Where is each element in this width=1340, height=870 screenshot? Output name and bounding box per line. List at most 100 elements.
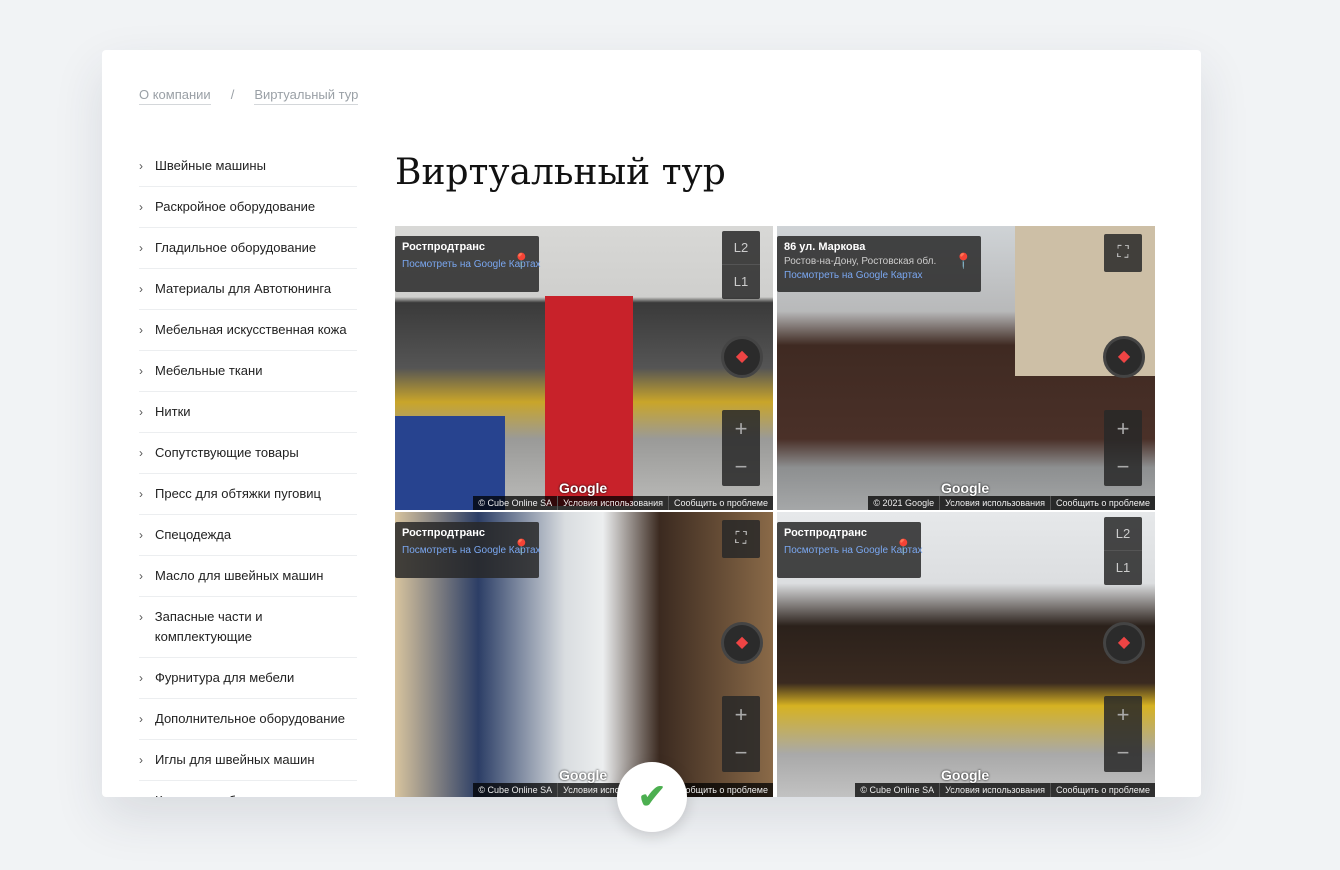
zoom-out-button[interactable]: −: [1104, 448, 1142, 486]
chevron-right-icon: ›: [139, 753, 143, 767]
sidebar-item[interactable]: › Мебельные ткани: [139, 361, 357, 392]
sidebar-item-label: Масло для швейных машин: [155, 568, 324, 583]
report-problem-link[interactable]: Сообщить о проблеме: [668, 496, 773, 510]
map-pin-icon[interactable]: 📍: [954, 252, 973, 270]
chevron-right-icon: ›: [139, 569, 143, 583]
attribution-bar: © Cube Online SA Условия использования Соо…: [473, 496, 773, 510]
zoom-out-button[interactable]: −: [1104, 734, 1142, 772]
chevron-right-icon: ›: [139, 712, 143, 726]
sidebar-item-label: Швейные машины: [155, 158, 266, 173]
terms-link[interactable]: Условия использования: [939, 783, 1050, 797]
panorama-scene: [545, 296, 633, 506]
map-pin-icon[interactable]: 📍: [512, 538, 531, 556]
fullscreen-button[interactable]: ⛶: [1104, 234, 1142, 272]
sidebar-item[interactable]: › Дополнительное оборудование: [139, 709, 357, 740]
place-info-box: Ростпродтранс Посмотреть на Google Картах…: [777, 522, 923, 578]
chevron-right-icon: ›: [139, 528, 143, 542]
street-view-panorama-3[interactable]: Ростпродтранс Посмотреть на Google Картах…: [395, 512, 773, 797]
copyright: © 2021 Google: [873, 498, 935, 508]
place-name: Ростпродтранс: [402, 241, 486, 253]
street-view-panorama-4[interactable]: Ростпродтранс Посмотреть на Google Картах…: [777, 512, 1155, 797]
copyright: © Cube Online SA: [860, 785, 935, 795]
sidebar-item-label: Иглы для швейных машин: [155, 752, 315, 767]
zoom-out-button[interactable]: −: [722, 734, 760, 772]
sidebar-item[interactable]: › Материалы для Автотюнинга: [139, 279, 357, 310]
google-logo: Google: [559, 480, 608, 496]
zoom-in-button[interactable]: +: [1104, 410, 1142, 448]
check-icon[interactable]: ✔: [617, 762, 687, 832]
map-pin-icon[interactable]: 📍: [894, 538, 913, 556]
chevron-right-icon: ›: [139, 364, 143, 378]
sidebar-item[interactable]: › Нитки: [139, 402, 357, 433]
sidebar-item[interactable]: › Пресс для обтяжки пуговиц: [139, 484, 357, 515]
terms-link[interactable]: Условия использования: [557, 496, 668, 510]
sidebar-item[interactable]: › Сопутствующие товары: [139, 443, 357, 474]
sidebar-item-label: Мебельная искусственная кожа: [155, 322, 347, 337]
sidebar-item[interactable]: › Кант для мебели: [139, 791, 357, 797]
breadcrumb-company[interactable]: О компании: [139, 87, 211, 105]
level-l2-button[interactable]: L2: [722, 231, 760, 265]
view-on-google-maps-link[interactable]: Посмотреть на Google Картах: [402, 545, 541, 556]
zoom-out-button[interactable]: −: [722, 448, 760, 486]
page-title: Виртуальный тур: [395, 152, 726, 193]
sidebar-item-label: Нитки: [155, 404, 191, 419]
google-logo: Google: [559, 767, 608, 783]
sidebar-item[interactable]: › Запасные части и комплектующие: [139, 607, 357, 658]
breadcrumb-separator: /: [230, 87, 235, 102]
report-problem-link[interactable]: Сообщить о проблеме: [1050, 783, 1155, 797]
chevron-right-icon: ›: [139, 323, 143, 337]
street-view-panorama-1[interactable]: Ростпродтранс Посмотреть на Google Картах…: [395, 226, 773, 510]
place-info-box: Ростпродтранс Посмотреть на Google Картах…: [395, 522, 541, 578]
fullscreen-button[interactable]: ⛶: [722, 520, 760, 558]
chevron-right-icon: ›: [139, 610, 143, 624]
breadcrumb-virtual-tour[interactable]: Виртуальный тур: [254, 87, 359, 105]
view-on-google-maps-link[interactable]: Посмотреть на Google Картах: [784, 270, 949, 281]
place-name: 86 ул. Маркова: [784, 241, 866, 253]
compass-icon[interactable]: ◆: [721, 336, 763, 378]
copyright: © Cube Online SA: [478, 498, 553, 508]
map-pin-icon[interactable]: 📍: [512, 252, 531, 270]
sidebar-item-label: Мебельные ткани: [155, 363, 263, 378]
compass-icon[interactable]: ◆: [1103, 336, 1145, 378]
report-problem-link[interactable]: Сообщить о проблеме: [1050, 496, 1155, 510]
street-view-panorama-2[interactable]: 86 ул. Маркова Ростов-на-Дону, Ростовская…: [777, 226, 1155, 510]
chevron-right-icon: ›: [139, 671, 143, 685]
zoom-in-button[interactable]: +: [1104, 696, 1142, 734]
level-switcher: L2 L1: [1104, 517, 1142, 585]
sidebar-item-label: Спецодежда: [155, 527, 232, 542]
view-on-google-maps-link[interactable]: Посмотреть на Google Картах: [784, 545, 923, 556]
copyright: © Cube Online SA: [478, 785, 553, 795]
level-l2-button[interactable]: L2: [1104, 517, 1142, 551]
zoom-in-button[interactable]: +: [722, 696, 760, 734]
sidebar-item[interactable]: › Иглы для швейных машин: [139, 750, 357, 781]
sidebar-item[interactable]: › Мебельная искусственная кожа: [139, 320, 357, 351]
view-on-google-maps-link[interactable]: Посмотреть на Google Картах: [402, 259, 541, 270]
sidebar-item[interactable]: › Фурнитура для мебели: [139, 668, 357, 699]
zoom-in-button[interactable]: +: [722, 410, 760, 448]
attribution-bar: © Cube Online SA Условия использования Соо…: [855, 783, 1155, 797]
google-logo: Google: [941, 480, 990, 496]
place-address: Ростов-на-Дону, Ростовская обл.: [784, 256, 937, 267]
sidebar-item[interactable]: › Гладильное оборудование: [139, 238, 357, 269]
sidebar-item-label: Материалы для Автотюнинга: [155, 281, 332, 296]
compass-icon[interactable]: ◆: [721, 622, 763, 664]
chevron-right-icon: ›: [139, 487, 143, 501]
content-card: О компании / Виртуальный тур › Швейные ма…: [102, 50, 1201, 797]
place-name: Ростпродтранс: [784, 527, 868, 539]
sidebar-item-label: Раскройное оборудование: [155, 199, 316, 214]
level-l1-button[interactable]: L1: [1104, 551, 1142, 585]
terms-link[interactable]: Условия использования: [939, 496, 1050, 510]
sidebar-item-label: Дополнительное оборудование: [155, 711, 345, 726]
breadcrumb: О компании / Виртуальный тур: [139, 87, 359, 105]
level-l1-button[interactable]: L1: [722, 265, 760, 299]
compass-icon[interactable]: ◆: [1103, 622, 1145, 664]
place-info-box: 86 ул. Маркова Ростов-на-Дону, Ростовская…: [777, 236, 981, 292]
sidebar-item-label: Запасные части и комплектующие: [154, 609, 263, 644]
sidebar-item[interactable]: › Раскройное оборудование: [139, 197, 357, 228]
chevron-right-icon: ›: [139, 241, 143, 255]
zoom-control: + −: [1104, 410, 1142, 486]
sidebar-item[interactable]: › Спецодежда: [139, 525, 357, 556]
sidebar-item[interactable]: › Масло для швейных машин: [139, 566, 357, 597]
sidebar-item[interactable]: › Швейные машины: [139, 156, 357, 187]
chevron-right-icon: ›: [139, 405, 143, 419]
